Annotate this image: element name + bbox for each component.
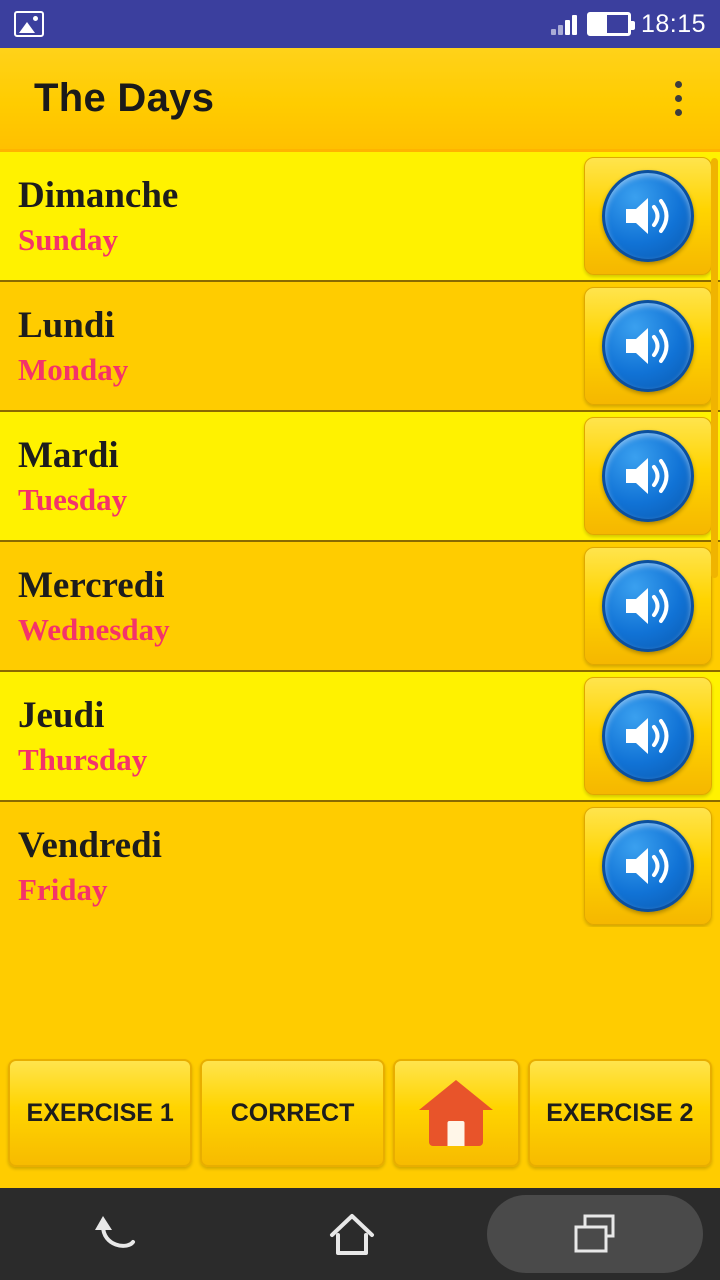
exercise-2-button[interactable]: EXERCISE 2 xyxy=(527,1059,713,1167)
day-french-label: Vendredi xyxy=(18,825,162,866)
nav-home-button[interactable] xyxy=(252,1188,452,1280)
day-row[interactable]: Mercredi Wednesday xyxy=(0,542,720,672)
day-row-texts: Lundi Monday xyxy=(18,307,128,385)
bottom-button-bar: EXERCISE 1 CORRECT EXERCISE 2 xyxy=(0,1048,720,1188)
speaker-icon xyxy=(602,820,694,912)
status-bar-left xyxy=(14,11,44,37)
status-bar: 18:15 xyxy=(0,0,720,48)
day-row[interactable]: Vendredi Friday xyxy=(0,802,720,927)
day-row[interactable]: Mardi Tuesday xyxy=(0,412,720,542)
day-french-label: Mardi xyxy=(18,435,119,476)
play-audio-button[interactable] xyxy=(584,287,712,405)
image-icon xyxy=(14,11,44,37)
day-french-label: Jeudi xyxy=(18,695,105,736)
correct-button[interactable]: CORRECT xyxy=(200,1059,385,1167)
day-french-label: Mercredi xyxy=(18,565,165,606)
day-english-label: Friday xyxy=(18,872,108,907)
day-row-texts: Jeudi Thursday xyxy=(18,697,147,775)
play-audio-button[interactable] xyxy=(584,807,712,925)
play-audio-button[interactable] xyxy=(584,417,712,535)
nav-recents-button[interactable] xyxy=(486,1195,703,1273)
day-row-texts: Mardi Tuesday xyxy=(18,437,127,515)
overflow-menu-icon[interactable] xyxy=(658,69,698,129)
exercise-1-button[interactable]: EXERCISE 1 xyxy=(8,1059,193,1167)
home-icon xyxy=(419,1080,494,1146)
page-title: The Days xyxy=(34,76,215,120)
days-list[interactable]: Dimanche Sunday Lundi Monday Mardi Tuesday Mer… xyxy=(0,152,720,927)
day-english-label: Wednesday xyxy=(18,612,170,647)
back-icon xyxy=(95,1216,136,1248)
android-nav-bar xyxy=(0,1188,720,1280)
day-english-label: Thursday xyxy=(18,742,148,777)
speaker-icon xyxy=(602,560,694,652)
day-row[interactable]: Lundi Monday xyxy=(0,282,720,412)
home-icon xyxy=(329,1214,374,1255)
home-button[interactable] xyxy=(392,1059,520,1167)
signal-bars-icon xyxy=(550,13,577,35)
speaker-icon xyxy=(602,170,694,262)
status-bar-clock: 18:15 xyxy=(640,9,706,38)
nav-back-button[interactable] xyxy=(17,1188,217,1280)
battery-icon xyxy=(586,12,635,36)
speaker-icon xyxy=(602,690,694,782)
day-english-label: Monday xyxy=(18,352,129,387)
speaker-icon xyxy=(602,300,694,392)
app-root: 18:15 The Days Dimanche Sunday Lundi Monday… xyxy=(0,0,720,1280)
day-row[interactable]: Jeudi Thursday xyxy=(0,672,720,802)
play-audio-button[interactable] xyxy=(584,677,712,795)
day-english-label: Tuesday xyxy=(18,482,128,517)
recents-icon xyxy=(574,1214,615,1253)
day-french-label: Dimanche xyxy=(18,175,179,216)
day-english-label: Sunday xyxy=(18,222,118,257)
app-bar: The Days xyxy=(0,48,720,152)
day-row-texts: Mercredi Wednesday xyxy=(18,567,170,645)
day-french-label: Lundi xyxy=(18,305,115,346)
day-row-texts: Vendredi Friday xyxy=(18,827,162,905)
play-audio-button[interactable] xyxy=(584,157,712,275)
speaker-icon xyxy=(602,430,694,522)
day-row[interactable]: Dimanche Sunday xyxy=(0,152,720,282)
day-row-texts: Dimanche Sunday xyxy=(18,177,178,255)
list-scrollbar[interactable] xyxy=(711,158,718,578)
play-audio-button[interactable] xyxy=(584,547,712,665)
days-list-container: Dimanche Sunday Lundi Monday Mardi Tuesday Mer… xyxy=(0,152,720,1048)
status-bar-right: 18:15 xyxy=(550,9,706,39)
